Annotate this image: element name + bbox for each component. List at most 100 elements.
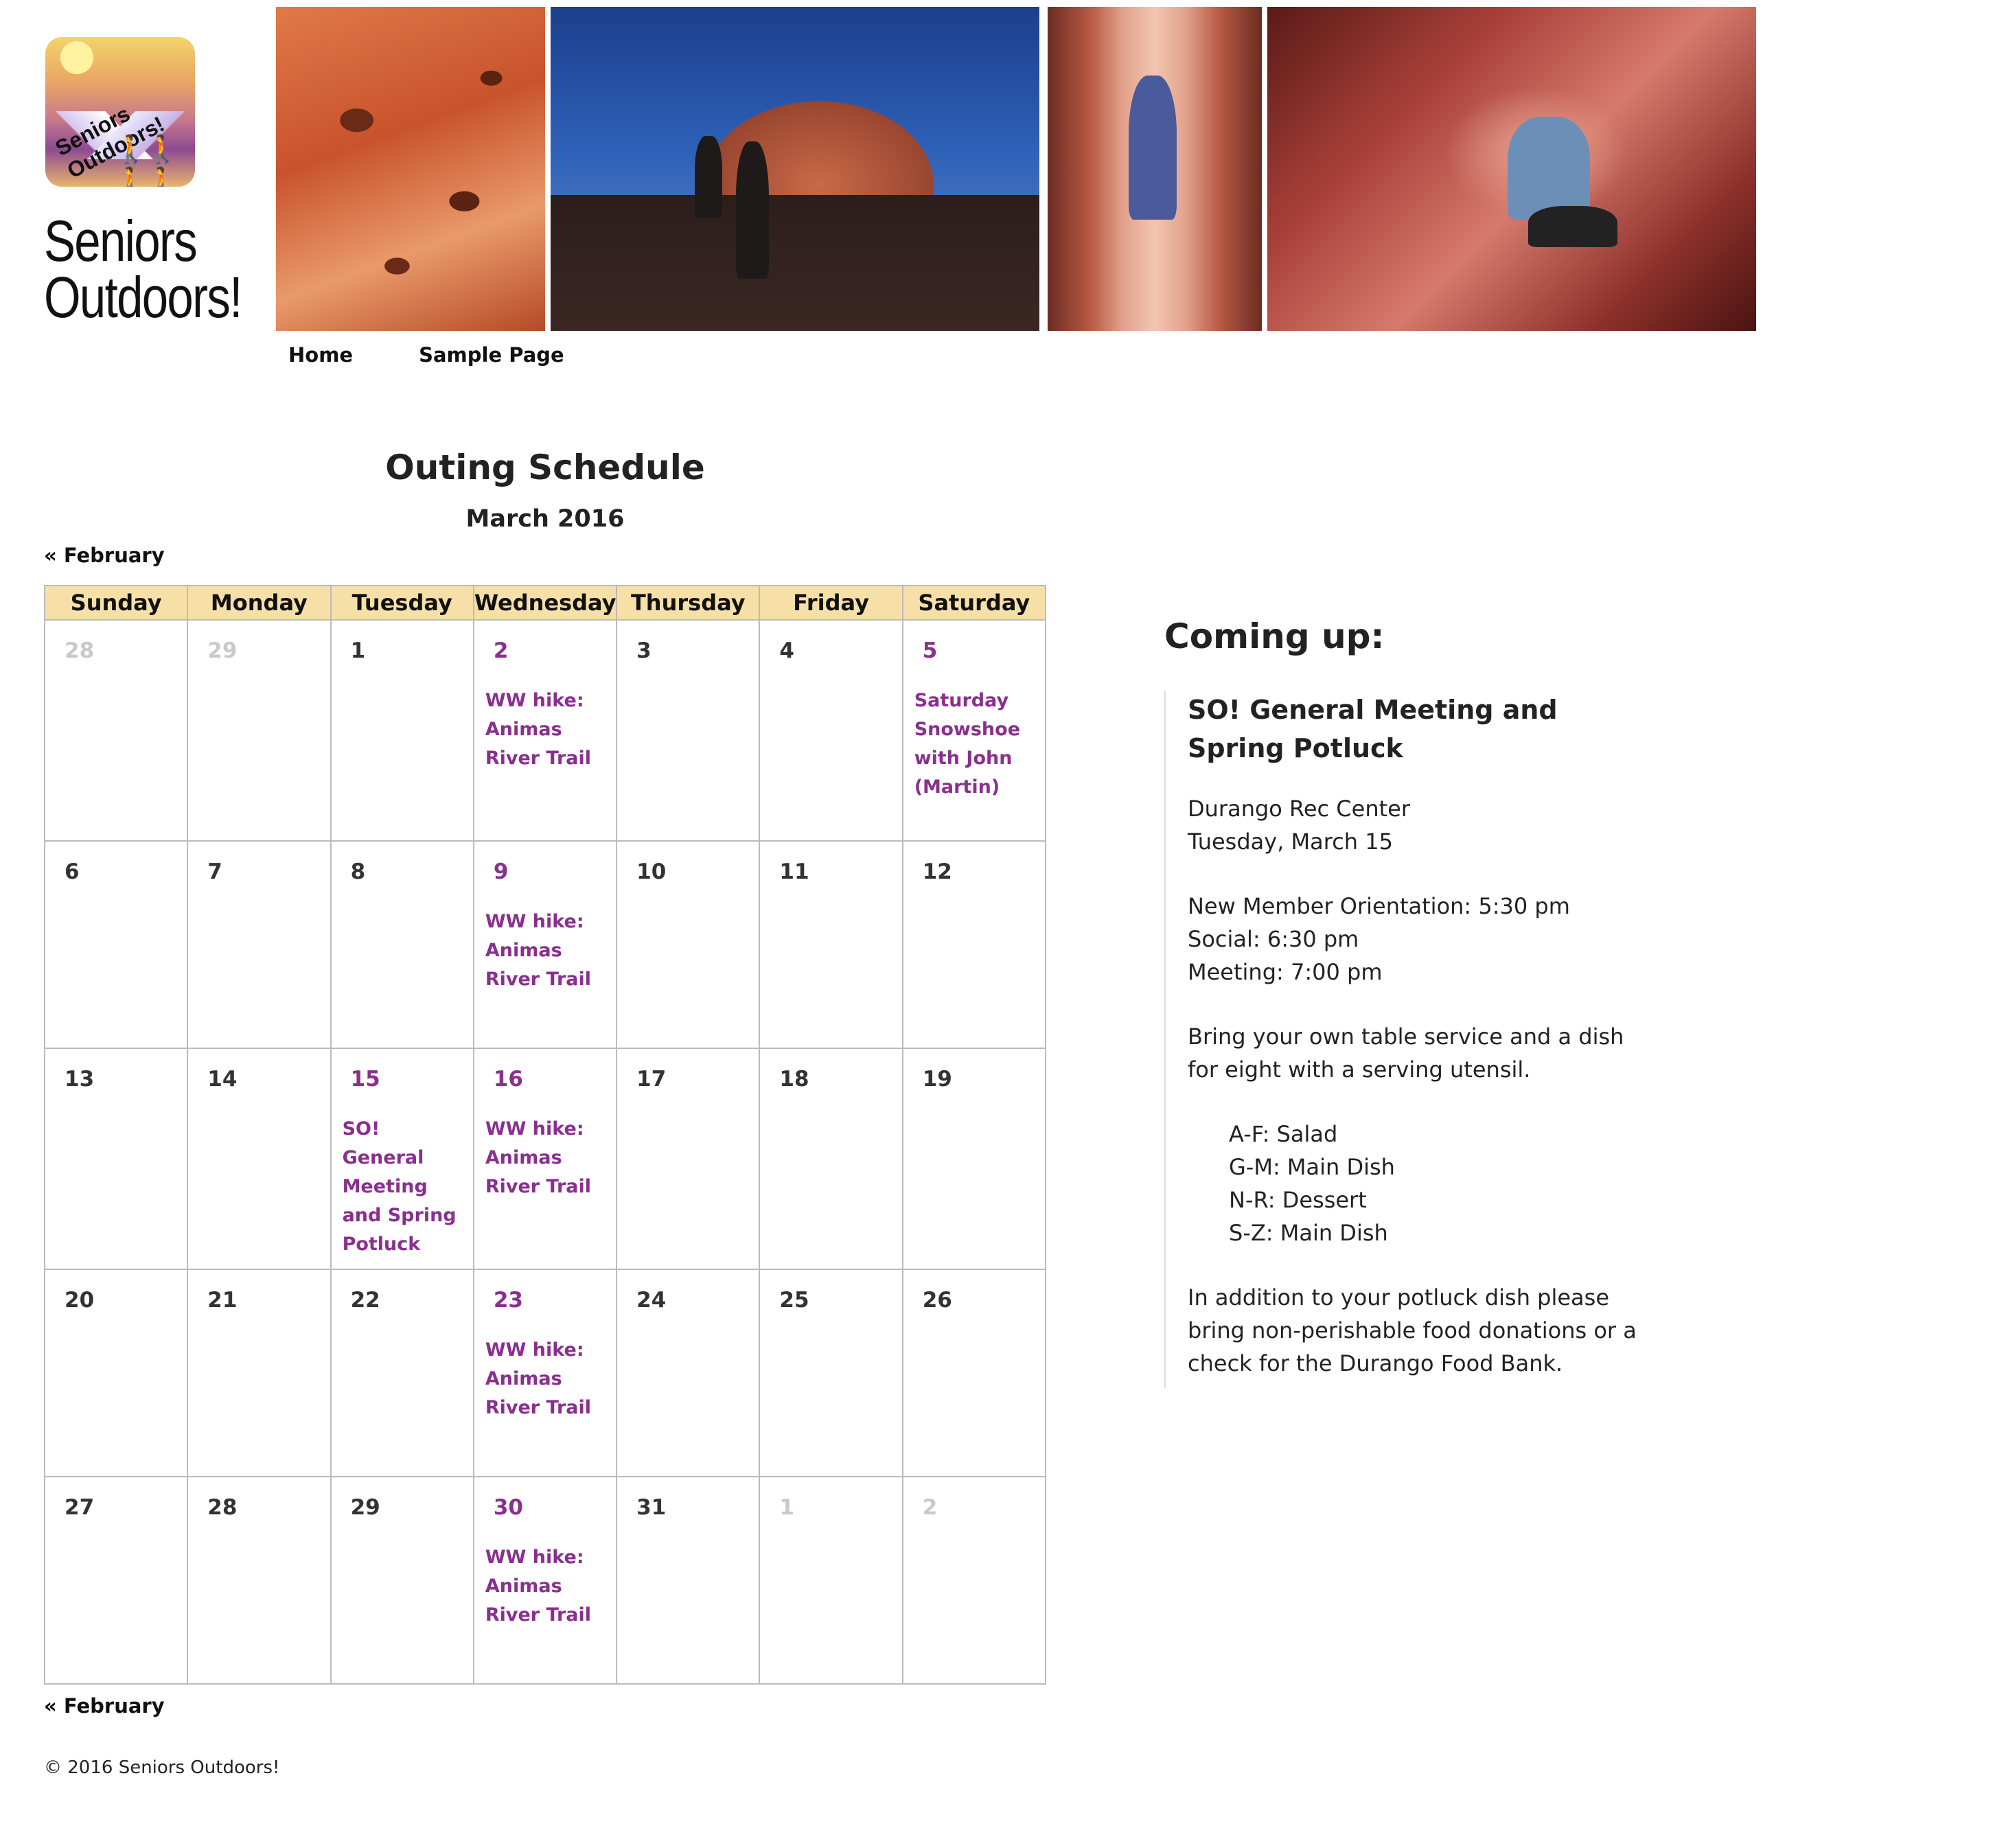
day-number[interactable]: 9: [474, 842, 616, 884]
prev-month-link[interactable]: « February: [44, 544, 165, 567]
event-location: Durango Rec Center: [1188, 796, 1410, 822]
calendar-day-cell: 18: [759, 1048, 903, 1270]
site-title[interactable]: Seniors Outdoors!: [44, 212, 242, 326]
upcoming-event-title[interactable]: SO! General Meeting and Spring Potluck: [1188, 691, 1641, 767]
calendar-day-cell: 20: [43, 1269, 189, 1477]
calendar-event-link[interactable]: WW hike: Animas River Trail: [485, 686, 609, 773]
header-image-canyon-climber: [1267, 7, 1756, 331]
bring-instructions: Bring your own table service and a dish …: [1188, 1024, 1624, 1083]
calendar-event-link[interactable]: WW hike: Animas River Trail: [485, 1115, 609, 1201]
calendar-day-cell: 22: [330, 1269, 474, 1477]
day-number: 4: [779, 638, 794, 663]
calendar-day-cell: 14: [187, 1048, 332, 1270]
calendar-day-cell[interactable]: 2 WW hike: Animas River Trail: [472, 619, 618, 842]
day-number: 11: [779, 859, 809, 884]
calendar-day-cell: 4: [759, 619, 903, 842]
day-number: 2: [922, 1495, 938, 1520]
calendar-week-row: 20 21 22 23 WW hike: Animas River Trail 24 25 2…: [43, 1269, 1047, 1477]
site-logo[interactable]: Seniors Outdoors! 🚶🚶🚶🚶: [45, 37, 195, 187]
calendar-day-cell[interactable]: 9 WW hike: Animas River Trail: [472, 840, 618, 1049]
day-number: 10: [636, 859, 667, 884]
calendar-day-cell: 6: [43, 840, 189, 1049]
day-number: 27: [65, 1495, 95, 1520]
hikers-icon: 🚶🚶🚶🚶: [114, 134, 180, 187]
calendar-day-cell: 1: [759, 1476, 903, 1685]
extra-instructions: In addition to your potluck dish please …: [1188, 1284, 1637, 1376]
day-number: 28: [65, 638, 95, 663]
assignment-item: A-F: Salad: [1229, 1121, 1338, 1147]
calendar-day-cell: 21: [187, 1269, 332, 1477]
day-number[interactable]: 5: [903, 621, 1045, 663]
day-number: 1: [350, 638, 366, 663]
day-number[interactable]: 2: [474, 621, 616, 663]
page-title: Outing Schedule: [385, 448, 705, 487]
day-number[interactable]: 23: [474, 1270, 616, 1313]
calendar-week-row: 28 29 1 2 WW hike: Animas River Trail 3 4 5 Satu…: [43, 619, 1047, 842]
day-number: 1: [779, 1495, 794, 1520]
calendar-day-cell: 8: [330, 840, 474, 1049]
day-number[interactable]: 15: [332, 1049, 473, 1092]
calendar-day-cell: 29: [330, 1476, 474, 1685]
calendar-day-cell[interactable]: 30 WW hike: Animas River Trail: [472, 1476, 618, 1685]
nav-home[interactable]: Home: [288, 343, 353, 367]
calendar-grid: Sunday Monday Tuesday Wednesday Thursday…: [43, 585, 1047, 1685]
nav-sample-page[interactable]: Sample Page: [419, 343, 564, 367]
day-number[interactable]: 16: [474, 1049, 616, 1092]
assignment-item: N-R: Dessert: [1229, 1187, 1367, 1213]
calendar-day-cell[interactable]: 16 WW hike: Animas River Trail: [472, 1048, 618, 1270]
calendar-event-link[interactable]: WW hike: Animas River Trail: [485, 1543, 609, 1630]
calendar-day-cell: 25: [759, 1269, 903, 1477]
calendar-day-cell: 24: [616, 1269, 761, 1477]
day-number: 12: [922, 859, 952, 884]
prev-month-link-bottom[interactable]: « February: [44, 1694, 165, 1718]
main-nav: Home Sample Page: [288, 343, 564, 367]
calendar-week-row: 6 7 8 9 WW hike: Animas River Trail 10 11 12: [43, 840, 1047, 1049]
calendar-day-cell: 10: [616, 840, 761, 1049]
sun-icon: [60, 41, 93, 74]
calendar-header-row: Sunday Monday Tuesday Wednesday Thursday…: [43, 585, 1047, 621]
day-number: 28: [207, 1495, 238, 1520]
day-number: 14: [207, 1067, 238, 1092]
schedule-item: Social: 6:30 pm: [1188, 926, 1359, 952]
calendar-day-cell: 1: [330, 619, 474, 842]
day-number: 31: [636, 1495, 667, 1520]
calendar-day-cell: 11: [759, 840, 903, 1049]
day-number: 18: [779, 1067, 809, 1092]
day-number: 29: [207, 638, 238, 663]
calendar-day-cell[interactable]: 15 SO! General Meeting and Spring Potluck: [330, 1048, 474, 1270]
calendar-week-row: 13 14 15 SO! General Meeting and Spring Pot…: [43, 1048, 1047, 1270]
calendar-month-title: March 2016: [465, 505, 625, 533]
calendar-day-cell: 26: [901, 1269, 1047, 1477]
assignment-item: S-Z: Main Dish: [1229, 1220, 1388, 1246]
calendar-day-cell: 12: [901, 840, 1047, 1049]
weekday-header: Tuesday: [330, 585, 474, 621]
weekday-header: Monday: [187, 585, 332, 621]
calendar-day-cell[interactable]: 23 WW hike: Animas River Trail: [472, 1269, 618, 1477]
day-number: 7: [207, 859, 222, 884]
calendar-week-row: 27 28 29 30 WW hike: Animas River Trail 31 1 2: [43, 1476, 1047, 1685]
weekday-header: Thursday: [616, 585, 761, 621]
day-number: 26: [922, 1288, 952, 1313]
assignment-item: G-M: Main Dish: [1229, 1154, 1395, 1180]
calendar-event-link[interactable]: Saturday Snowshoe with John (Martin): [914, 686, 1038, 802]
day-number: 13: [65, 1067, 95, 1092]
calendar-event-link[interactable]: WW hike: Animas River Trail: [485, 908, 609, 994]
calendar-event-link[interactable]: WW hike: Animas River Trail: [485, 1336, 609, 1422]
header-image-rock-texture: [276, 7, 545, 331]
calendar-day-cell: 3: [616, 619, 761, 842]
calendar-day-cell: 28: [187, 1476, 332, 1685]
event-date: Tuesday, March 15: [1188, 829, 1393, 855]
day-number: 21: [207, 1288, 238, 1313]
day-number: 24: [636, 1288, 667, 1313]
schedule-item: New Member Orientation: 5:30 pm: [1188, 893, 1570, 919]
calendar-day-cell: 19: [901, 1048, 1047, 1270]
calendar-day-cell[interactable]: 5 Saturday Snowshoe with John (Martin): [901, 619, 1047, 842]
header-image-slot-canyon: [1048, 7, 1262, 331]
day-number: 17: [636, 1067, 667, 1092]
weekday-header: Wednesday: [472, 585, 618, 621]
upcoming-event-widget: SO! General Meeting and Spring Potluck D…: [1164, 691, 1641, 1388]
day-number[interactable]: 30: [474, 1477, 616, 1520]
calendar-day-cell: 29: [187, 619, 332, 842]
calendar-day-cell: 13: [43, 1048, 189, 1270]
calendar-event-link[interactable]: SO! General Meeting and Spring Potluck: [343, 1115, 466, 1259]
